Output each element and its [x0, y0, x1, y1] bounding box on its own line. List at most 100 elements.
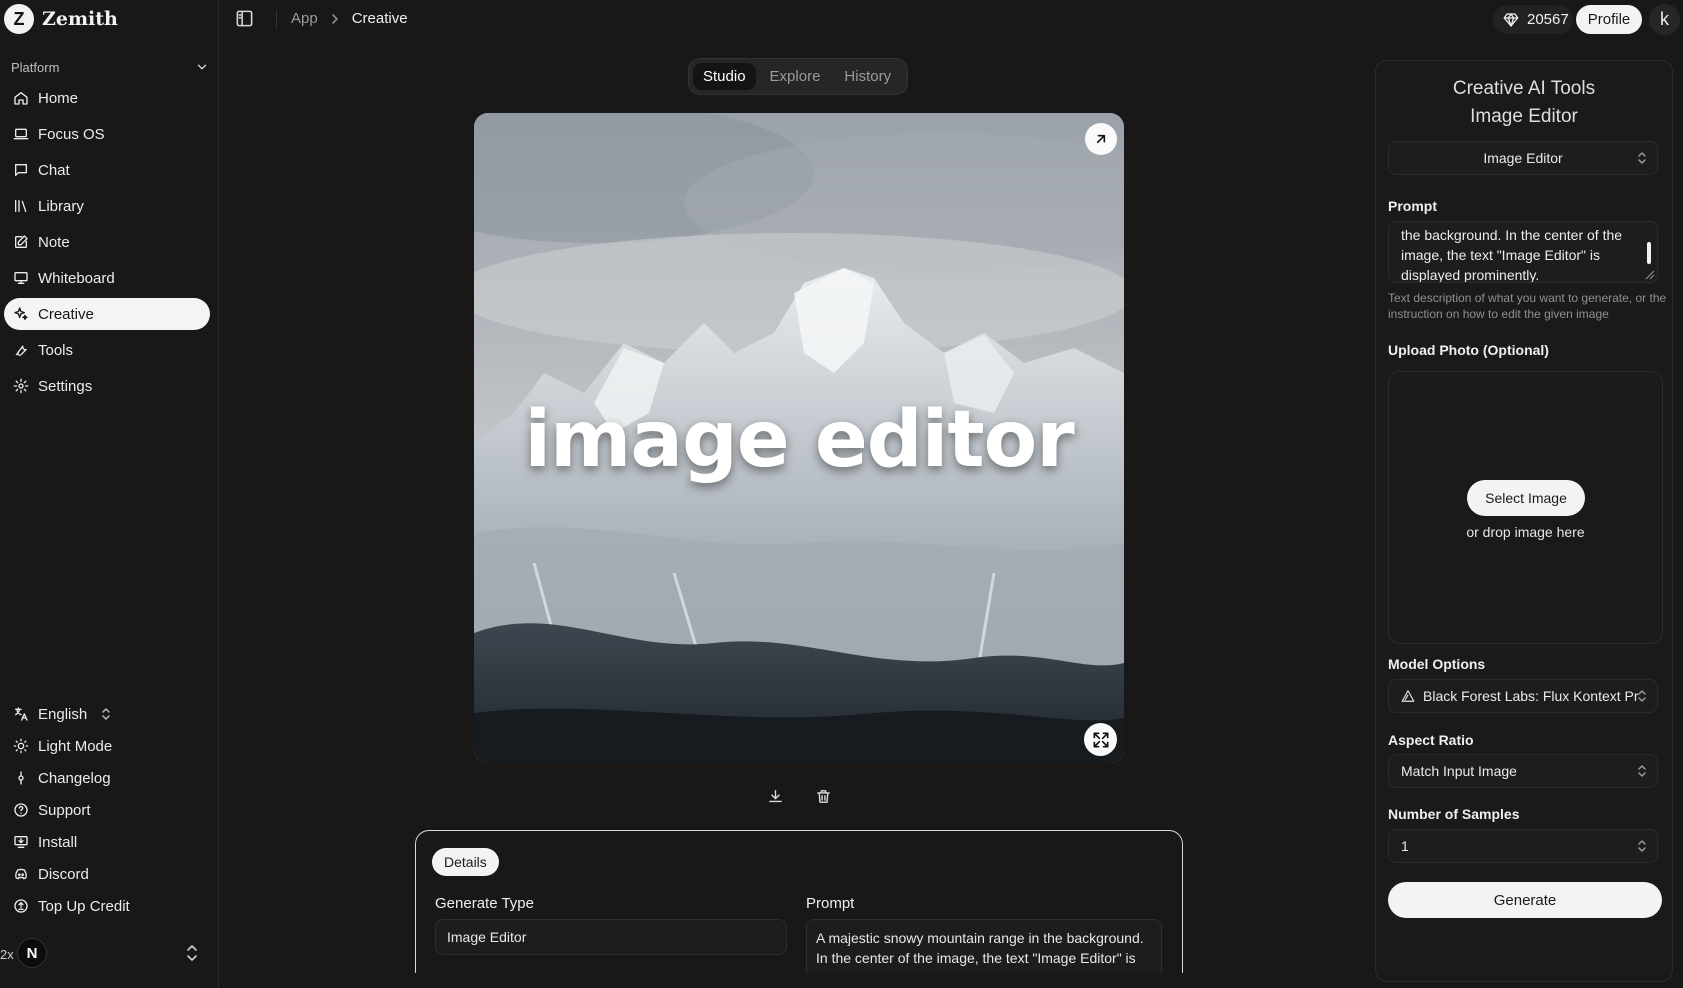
panel-title: Creative AI Tools Image Editor	[1376, 75, 1672, 131]
sidebar-item-focus-os[interactable]: Focus OS	[4, 118, 210, 150]
prompt-label: Prompt	[1388, 198, 1437, 214]
profile-button[interactable]: Profile	[1576, 5, 1642, 34]
fullscreen-button[interactable]	[1084, 723, 1117, 756]
user-avatar[interactable]: k	[1649, 4, 1680, 35]
brand-name: Zemith	[42, 8, 118, 30]
sidebar-item-library[interactable]: Library	[4, 190, 210, 222]
upload-photo-label: Upload Photo (Optional)	[1388, 342, 1549, 358]
samples-stepper[interactable]: 1	[1388, 829, 1658, 863]
sidebar-item-discord[interactable]: Discord	[4, 860, 210, 888]
sidebar-item-label: Changelog	[38, 769, 111, 787]
platform-section-toggle[interactable]: Platform	[11, 57, 209, 77]
aspect-ratio-label: Aspect Ratio	[1388, 732, 1474, 748]
chevron-updown-icon[interactable]	[186, 945, 198, 961]
sidebar-toggle-icon[interactable]	[235, 9, 254, 28]
sidebar-item-label: Tools	[38, 341, 74, 359]
whiteboard-icon	[12, 269, 30, 287]
sidebar-nav: Home Focus OS Chat Library Note Whiteboa…	[4, 82, 210, 406]
prompt-textarea[interactable]: the background. In the center of the ima…	[1388, 221, 1658, 283]
sidebar-item-tools[interactable]: Tools	[4, 334, 210, 366]
account-avatar[interactable]: N	[17, 938, 47, 968]
credit-icon	[12, 897, 30, 915]
breadcrumb-app-link[interactable]: App	[291, 10, 318, 27]
expand-icon	[1091, 730, 1111, 750]
mode-tabs: Studio Explore History	[688, 58, 908, 95]
credits-badge[interactable]: 20567	[1493, 5, 1573, 34]
model-options-label: Model Options	[1388, 656, 1486, 672]
sidebar-item-install[interactable]: Install	[4, 828, 210, 856]
sidebar-item-label: Settings	[38, 377, 93, 395]
brand[interactable]: Z Zemith	[4, 4, 118, 34]
chevron-updown-icon[interactable]	[1637, 840, 1647, 852]
arrow-up-right-icon	[1093, 131, 1109, 147]
prompt-hint: Text description of what you want to gen…	[1388, 291, 1667, 321]
language-label: English	[38, 705, 88, 723]
drop-hint: or drop image here	[1466, 524, 1585, 540]
sidebar-item-chat[interactable]: Chat	[4, 154, 210, 186]
tab-studio[interactable]: Studio	[693, 63, 756, 90]
samples-value: 1	[1401, 838, 1409, 854]
prompt-scrollbar[interactable]	[1647, 242, 1651, 264]
tab-history[interactable]: History	[834, 63, 901, 90]
sidebar-item-label: Install	[38, 833, 78, 851]
sidebar-item-creative[interactable]: Creative	[4, 298, 210, 330]
panel-title-line2: Image Editor	[1470, 106, 1578, 127]
sidebar: Z Zemith Platform Home Focus OS Chat Lib…	[0, 0, 219, 988]
sidebar-item-whiteboard[interactable]: Whiteboard	[4, 262, 210, 294]
tab-details[interactable]: Details	[432, 848, 499, 876]
sidebar-item-note[interactable]: Note	[4, 226, 210, 258]
sidebar-bottom-nav: English Light Mode Changelog Support Ins…	[4, 700, 210, 924]
chevron-updown-icon	[1637, 765, 1647, 777]
sidebar-item-top-up-credit[interactable]: Top Up Credit	[4, 892, 210, 920]
prompt-textarea-value: the background. In the center of the ima…	[1401, 227, 1623, 283]
chevron-updown-icon	[101, 708, 111, 720]
breadcrumb: App Creative	[291, 10, 408, 27]
discord-icon	[12, 865, 30, 883]
language-select[interactable]: English	[4, 700, 210, 728]
sidebar-item-support[interactable]: Support	[4, 796, 210, 824]
generate-button[interactable]: Generate	[1388, 882, 1662, 918]
generate-type-label: Generate Type	[435, 895, 534, 912]
library-icon	[12, 197, 30, 215]
home-icon	[12, 89, 30, 107]
resize-handle-icon[interactable]	[1645, 270, 1655, 280]
sidebar-item-label: Focus OS	[38, 125, 105, 143]
sidebar-item-changelog[interactable]: Changelog	[4, 764, 210, 792]
chevron-updown-icon	[1637, 152, 1647, 164]
chevron-down-icon	[195, 60, 209, 74]
platform-section-label: Platform	[11, 59, 60, 75]
sidebar-account-row[interactable]: 2x N	[0, 938, 210, 968]
image-drop-zone[interactable]: Select Image or drop image here	[1388, 371, 1663, 644]
gear-icon	[12, 377, 30, 395]
sidebar-item-light-mode[interactable]: Light Mode	[4, 732, 210, 760]
sidebar-item-label: Top Up Credit	[38, 897, 130, 915]
sun-icon	[12, 737, 30, 755]
aspect-ratio-select[interactable]: Match Input Image	[1388, 754, 1658, 788]
model-select-value: Black Forest Labs: Flux Kontext Pr	[1423, 688, 1639, 704]
sidebar-item-home[interactable]: Home	[4, 82, 210, 114]
topbar-divider	[276, 10, 277, 28]
chevron-right-icon	[330, 13, 340, 25]
sidebar-item-label: Note	[38, 233, 70, 251]
zoom-label: 2x	[0, 947, 14, 962]
sidebar-item-label: Creative	[38, 305, 94, 323]
download-icon[interactable]	[765, 786, 785, 806]
open-external-button[interactable]	[1085, 123, 1117, 155]
sidebar-item-label: Discord	[38, 865, 89, 883]
tool-select[interactable]: Image Editor	[1388, 141, 1658, 175]
select-image-button[interactable]: Select Image	[1467, 480, 1585, 516]
aspect-ratio-value: Match Input Image	[1401, 763, 1517, 779]
tool-settings-panel: Creative AI Tools Image Editor Image Edi…	[1375, 60, 1673, 982]
image-actions	[765, 786, 833, 806]
sidebar-item-settings[interactable]: Settings	[4, 370, 210, 402]
model-select[interactable]: Black Forest Labs: Flux Kontext Pr	[1388, 679, 1658, 713]
tab-explore[interactable]: Explore	[760, 63, 831, 90]
install-icon	[12, 833, 30, 851]
brand-logo: Z	[4, 4, 34, 34]
trash-icon[interactable]	[813, 786, 833, 806]
tool-select-value: Image Editor	[1483, 150, 1563, 166]
generated-image[interactable]: image editor	[474, 113, 1124, 763]
sparkles-icon	[12, 305, 30, 323]
note-icon	[12, 233, 30, 251]
help-icon	[12, 801, 30, 819]
